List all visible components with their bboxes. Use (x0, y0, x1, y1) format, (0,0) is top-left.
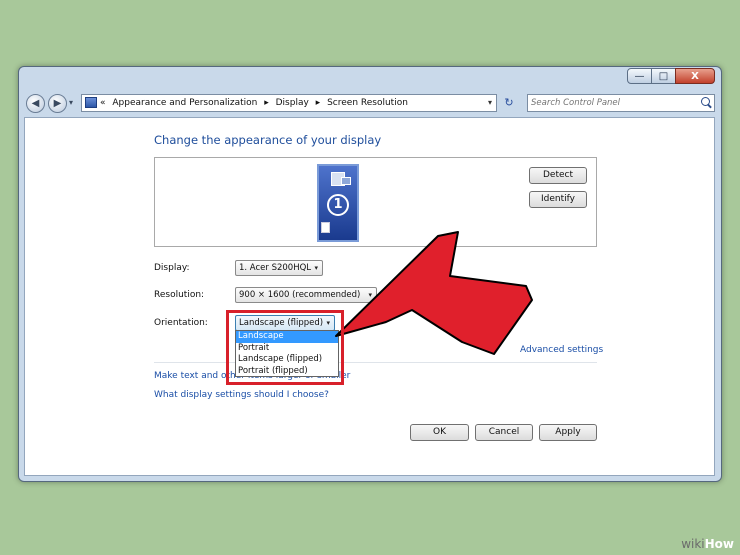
advanced-settings-link[interactable]: Advanced settings (520, 345, 603, 355)
title-bar: — □ X (19, 67, 721, 87)
window-thumbnail-icon (321, 222, 330, 233)
wikihow-watermark: wikiHow (681, 537, 734, 551)
divider (154, 362, 597, 363)
search-input[interactable] (531, 95, 691, 111)
search-icon[interactable] (701, 97, 710, 106)
navigation-bar: ◀ ▶ ▾ « Appearance and Personalization ▸… (19, 91, 721, 115)
orientation-highlight-box (226, 310, 344, 385)
detect-button[interactable]: Detect (529, 167, 587, 184)
monitor-number: 1 (327, 194, 349, 216)
resolution-value: 900 × 1600 (recommended) (239, 290, 361, 300)
ok-button[interactable]: OK (410, 424, 469, 441)
refresh-icon[interactable]: ↻ (501, 94, 517, 112)
apply-button[interactable]: Apply (539, 424, 597, 441)
screen-resolution-window: — □ X ◀ ▶ ▾ « Appearance and Personaliza… (18, 66, 722, 482)
recent-pages-dropdown[interactable]: ▾ (69, 98, 73, 107)
control-panel-icon (85, 97, 97, 108)
window-controls: — □ X (627, 68, 715, 84)
breadcrumb-overflow[interactable]: « (100, 98, 106, 108)
breadcrumb-display[interactable]: Display (276, 98, 309, 108)
resolution-label: Resolution: (154, 290, 205, 300)
display-select[interactable]: 1. Acer S200HQL ▾ (235, 260, 323, 276)
resolution-select[interactable]: 900 × 1600 (recommended) ▾ (235, 287, 377, 303)
address-dropdown-icon[interactable]: ▾ (488, 95, 492, 111)
breadcrumb: « Appearance and Personalization ▸ Displ… (100, 95, 412, 111)
search-box[interactable] (527, 94, 715, 112)
display-label: Display: (154, 263, 190, 273)
cancel-button[interactable]: Cancel (475, 424, 533, 441)
monitor-arrangement-area: 1 Detect Identify (154, 157, 597, 247)
monitor-1-preview[interactable]: 1 (317, 164, 359, 242)
breadcrumb-separator-icon[interactable]: ▸ (264, 98, 269, 108)
display-value: 1. Acer S200HQL (239, 263, 312, 273)
close-button[interactable]: X (675, 68, 715, 84)
chevron-down-icon: ▾ (314, 264, 318, 272)
back-button[interactable]: ◀ (26, 94, 45, 113)
chevron-down-icon: ▾ (368, 291, 372, 299)
display-settings-help-link[interactable]: What display settings should I choose? (154, 390, 329, 400)
identify-button[interactable]: Identify (529, 191, 587, 208)
breadcrumb-screen-resolution[interactable]: Screen Resolution (327, 98, 408, 108)
orientation-label: Orientation: (154, 318, 208, 328)
window-thumbnail-icon (341, 177, 351, 185)
minimize-button[interactable]: — (627, 68, 652, 84)
breadcrumb-separator-icon[interactable]: ▸ (316, 98, 321, 108)
page-title: Change the appearance of your display (154, 133, 382, 147)
watermark-how: How (704, 537, 734, 551)
forward-button[interactable]: ▶ (48, 94, 67, 113)
content-pane: Change the appearance of your display 1 … (24, 117, 715, 476)
breadcrumb-appearance[interactable]: Appearance and Personalization (112, 98, 257, 108)
address-bar[interactable]: « Appearance and Personalization ▸ Displ… (81, 94, 497, 112)
watermark-wiki: wiki (681, 537, 705, 551)
maximize-button[interactable]: □ (651, 68, 676, 84)
